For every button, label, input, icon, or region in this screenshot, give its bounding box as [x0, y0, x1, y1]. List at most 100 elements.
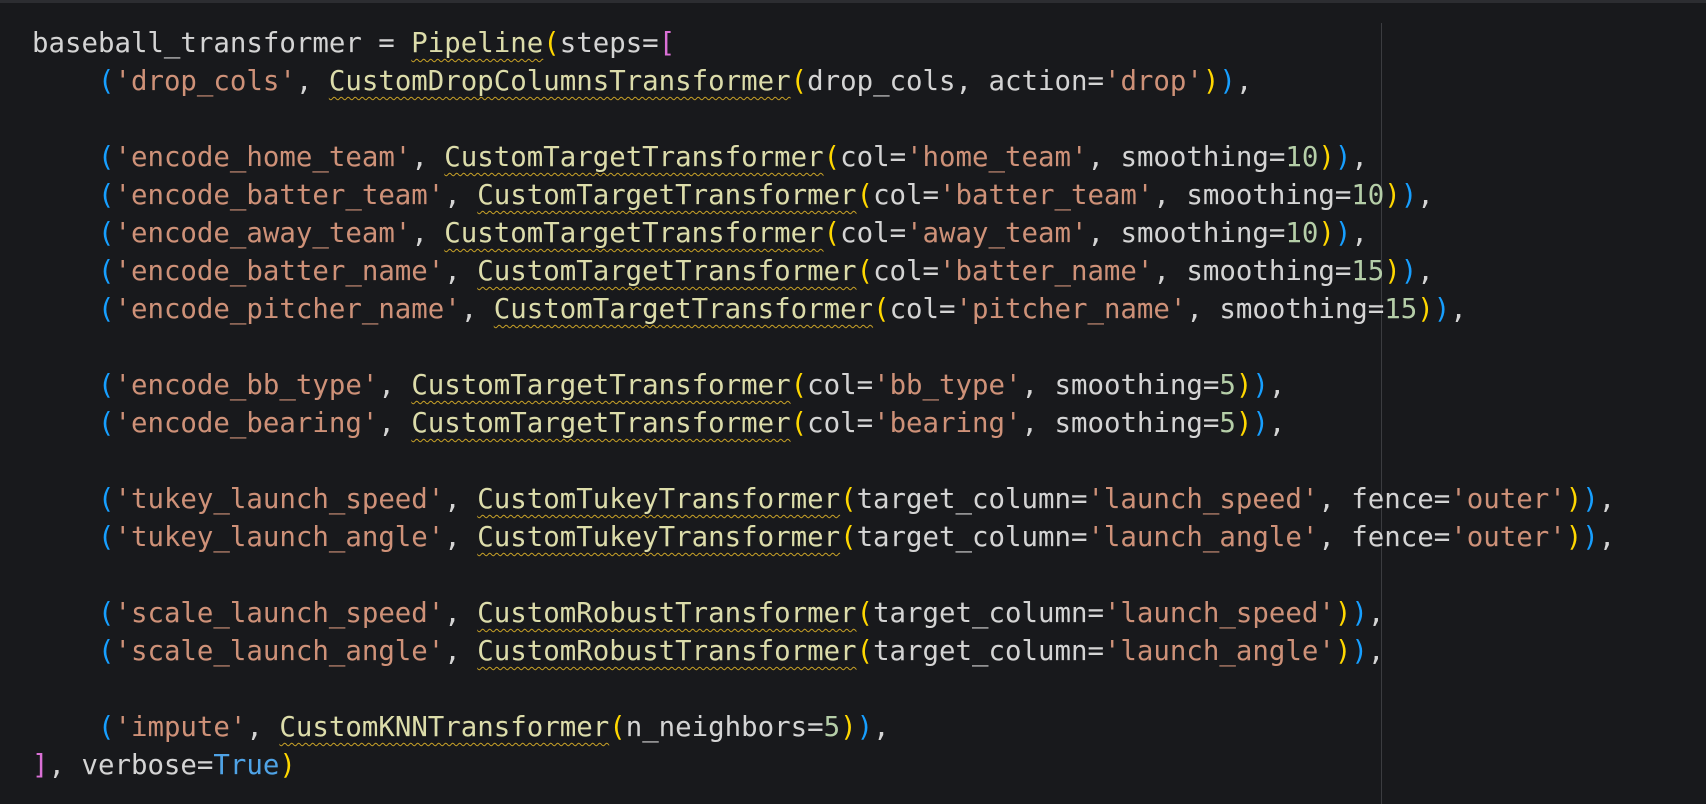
code-token: , smoothing=	[1021, 370, 1220, 401]
code-token: 'home_team'	[906, 142, 1088, 173]
code-token: target_column=	[873, 598, 1104, 629]
code-token: 'tukey_launch_angle'	[114, 522, 445, 553]
code-token: ,	[444, 636, 478, 667]
code-token: ,	[444, 256, 478, 287]
code-token: 'drop'	[1103, 66, 1203, 97]
code-token: True	[213, 750, 280, 781]
code-token: ,	[295, 66, 329, 97]
code-token: )	[1433, 294, 1451, 325]
code-token: 'outer'	[1450, 484, 1566, 515]
code-line[interactable]: ​	[32, 557, 1615, 595]
code-token: )	[279, 750, 296, 781]
code-line[interactable]: ('encode_pitcher_name', CustomTargetTran…	[32, 291, 1615, 329]
code-token: , smoothing=	[1021, 408, 1220, 439]
code-line[interactable]: ], verbose=True)	[32, 747, 1615, 785]
code-token: )	[1351, 598, 1368, 629]
code-line[interactable]: ​	[32, 671, 1615, 709]
code-token: , fence=	[1318, 522, 1451, 553]
code-token: ]	[32, 750, 49, 781]
code-token-warning: CustomTargetTransformer	[411, 370, 791, 401]
code-token: ,	[1268, 408, 1286, 439]
code-token: 'launch_speed'	[1103, 598, 1335, 629]
code-line[interactable]: ('encode_home_team', CustomTargetTransfo…	[32, 139, 1615, 177]
code-token: target_column=	[856, 484, 1088, 515]
code-line[interactable]: ('impute', CustomKNNTransformer(n_neighb…	[32, 709, 1615, 747]
code-token: ,	[1417, 256, 1434, 287]
code-token: steps=	[559, 28, 659, 59]
code-token: ,	[411, 142, 445, 173]
code-token: [	[658, 28, 676, 59]
code-token: (	[97, 294, 115, 325]
code-token: (	[543, 28, 560, 59]
code-token: )	[840, 712, 857, 743]
code-token: )	[1565, 484, 1583, 515]
code-token: )	[1334, 636, 1352, 667]
code-line[interactable]: ​	[32, 101, 1615, 139]
code-token: )	[1384, 256, 1401, 287]
code-token-warning: CustomTargetTransformer	[444, 142, 824, 173]
code-line[interactable]: ('drop_cols', CustomDropColumnsTransform…	[32, 63, 1615, 101]
code-line[interactable]: ('tukey_launch_speed', CustomTukeyTransf…	[32, 481, 1615, 519]
code-token: 'batter_name'	[939, 256, 1154, 287]
code-line[interactable]: ('encode_away_team', CustomTargetTransfo…	[32, 215, 1615, 253]
code-token: (	[840, 522, 857, 553]
code-line[interactable]: ('encode_batter_name', CustomTargetTrans…	[32, 253, 1615, 291]
code-token: ,	[1417, 180, 1434, 211]
code-token: 15	[1384, 294, 1418, 325]
code-token: )	[1235, 408, 1253, 439]
code-token: )	[1252, 370, 1269, 401]
code-token: 5	[1219, 370, 1236, 401]
code-line[interactable]: ​	[32, 443, 1615, 481]
code-token: )	[856, 712, 874, 743]
code-token: 'bearing'	[873, 408, 1022, 439]
code-token: ,	[1598, 484, 1616, 515]
code-token: col=	[840, 142, 907, 173]
code-token: ,	[444, 598, 478, 629]
code-line[interactable]: baseball_transformer = Pipeline(steps=[	[32, 25, 1615, 63]
code-line[interactable]: ​	[32, 329, 1615, 367]
code-token: (	[823, 142, 841, 173]
code-editor[interactable]: baseball_transformer = Pipeline(steps=[ …	[0, 0, 1706, 804]
code-token: 15	[1351, 256, 1385, 287]
code-line[interactable]: ('tukey_launch_angle', CustomTukeyTransf…	[32, 519, 1615, 557]
code-token: ,	[1450, 294, 1467, 325]
code-token: col=	[807, 408, 874, 439]
code-line[interactable]: ('encode_bearing', CustomTargetTransform…	[32, 405, 1615, 443]
code-token: ,	[411, 218, 445, 249]
code-line[interactable]: ('encode_batter_team', CustomTargetTrans…	[32, 177, 1615, 215]
code-token: 'bb_type'	[873, 370, 1022, 401]
code-token-warning: Pipeline	[411, 28, 544, 59]
code-token: n_neighbors=	[625, 712, 824, 743]
code-token: drop_cols, action=	[807, 66, 1104, 97]
code-token: , smoothing=	[1186, 294, 1385, 325]
code-token: )	[1334, 218, 1352, 249]
code-line[interactable]: ('scale_launch_angle', CustomRobustTrans…	[32, 633, 1615, 671]
code-token: (	[609, 712, 626, 743]
code-token: ,	[873, 712, 890, 743]
code-line[interactable]: ('encode_bb_type', CustomTargetTransform…	[32, 367, 1615, 405]
code-token-warning: CustomTargetTransformer	[477, 256, 857, 287]
code-token: (	[823, 218, 841, 249]
code-token: (	[97, 636, 115, 667]
code-token: (	[97, 370, 115, 401]
code-token: (	[790, 408, 808, 439]
code-token: ,	[378, 370, 412, 401]
code-text-area[interactable]: baseball_transformer = Pipeline(steps=[ …	[32, 25, 1615, 785]
code-token: )	[1582, 522, 1599, 553]
code-token: )	[1235, 370, 1253, 401]
code-line[interactable]: ('scale_launch_speed', CustomRobustTrans…	[32, 595, 1615, 633]
code-token: (	[97, 66, 115, 97]
code-token: ,	[1598, 522, 1616, 553]
code-token: ,	[1351, 218, 1368, 249]
code-token: 'encode_home_team'	[114, 142, 412, 173]
code-token: 'drop_cols'	[114, 66, 296, 97]
code-token: target_column=	[856, 522, 1088, 553]
code-token: ,	[1235, 66, 1253, 97]
code-token: (	[97, 142, 115, 173]
code-token: , smoothing=	[1087, 218, 1286, 249]
